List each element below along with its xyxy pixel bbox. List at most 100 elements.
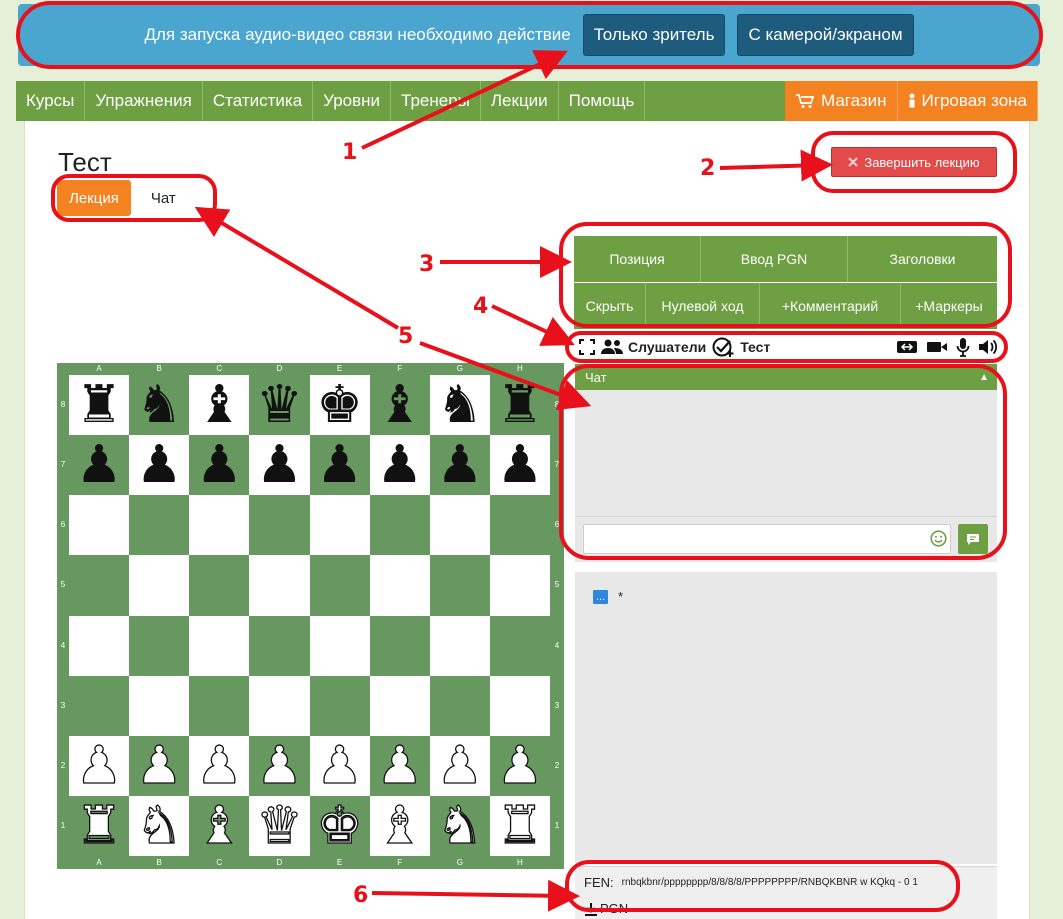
collapse-arrow-icon[interactable]: ▲ [979, 372, 989, 383]
nav-item-statistics[interactable]: Статистика [203, 81, 314, 121]
square-a7[interactable]: ♟ [69, 435, 130, 496]
black-pawn-icon[interactable]: ♟ [437, 439, 484, 491]
white-pawn-icon[interactable]: ♟ [135, 739, 183, 792]
chat-input[interactable] [583, 524, 951, 554]
nav-item-courses[interactable]: Курсы [16, 81, 86, 121]
end-lecture-button[interactable]: Завершить лекцию [831, 147, 997, 177]
square-f4[interactable] [369, 615, 430, 676]
square-e4[interactable] [309, 615, 370, 676]
test-check-icon[interactable] [712, 336, 736, 358]
square-h1[interactable]: ♜ [489, 795, 550, 856]
square-g8[interactable]: ♞ [429, 375, 490, 436]
white-pawn-icon[interactable]: ♟ [316, 739, 364, 792]
square-b5[interactable] [129, 555, 190, 616]
square-b2[interactable]: ♟ [129, 735, 190, 796]
white-king-icon[interactable]: ♚ [316, 799, 364, 852]
square-c8[interactable]: ♝ [189, 375, 250, 436]
black-pawn-icon[interactable]: ♟ [497, 439, 544, 491]
square-h3[interactable] [489, 675, 550, 736]
black-rook-icon[interactable]: ♜ [497, 379, 544, 431]
add-comment-button[interactable]: +Комментарий [760, 283, 901, 329]
hide-button[interactable]: Скрыть [574, 283, 646, 329]
square-g2[interactable]: ♟ [429, 735, 490, 796]
square-h7[interactable]: ♟ [489, 435, 550, 496]
square-f6[interactable] [369, 495, 430, 556]
square-f3[interactable] [369, 675, 430, 736]
send-message-button[interactable] [958, 524, 988, 554]
square-a4[interactable] [69, 615, 130, 676]
square-a6[interactable] [69, 495, 130, 556]
white-pawn-icon[interactable]: ♟ [496, 739, 544, 792]
microphone-icon[interactable] [956, 337, 970, 357]
square-g4[interactable] [429, 615, 490, 676]
chat-panel-header[interactable]: Чат ▲ [575, 364, 997, 390]
nav-item-levels[interactable]: Уровни [313, 81, 392, 121]
square-a2[interactable]: ♟ [69, 735, 130, 796]
square-a8[interactable]: ♜ [69, 375, 130, 436]
white-rook-icon[interactable]: ♜ [496, 799, 544, 852]
test-label[interactable]: Тест [740, 339, 770, 355]
square-g6[interactable] [429, 495, 490, 556]
nav-item-exercises[interactable]: Упражнения [85, 81, 203, 121]
square-f1[interactable]: ♝ [369, 795, 430, 856]
white-pawn-icon[interactable]: ♟ [75, 739, 123, 792]
square-b7[interactable]: ♟ [129, 435, 190, 496]
square-e3[interactable] [309, 675, 370, 736]
square-g1[interactable]: ♞ [429, 795, 490, 856]
listeners-icon[interactable] [600, 339, 624, 355]
black-knight-icon[interactable]: ♞ [437, 379, 484, 431]
square-b6[interactable] [129, 495, 190, 556]
square-e1[interactable]: ♚ [309, 795, 370, 856]
position-button[interactable]: Позиция [574, 236, 701, 282]
null-move-button[interactable]: Нулевой ход [646, 283, 760, 329]
white-pawn-icon[interactable]: ♟ [376, 739, 424, 792]
square-f8[interactable]: ♝ [369, 375, 430, 436]
black-pawn-icon[interactable]: ♟ [136, 439, 183, 491]
speaker-icon[interactable] [978, 338, 998, 356]
square-c2[interactable]: ♟ [189, 735, 250, 796]
white-pawn-icon[interactable]: ♟ [255, 739, 303, 792]
black-pawn-icon[interactable]: ♟ [76, 439, 123, 491]
square-e2[interactable]: ♟ [309, 735, 370, 796]
square-c5[interactable] [189, 555, 250, 616]
pgn-download[interactable]: PGN [575, 898, 997, 919]
square-c4[interactable] [189, 615, 250, 676]
black-pawn-icon[interactable]: ♟ [376, 439, 423, 491]
white-bishop-icon[interactable]: ♝ [376, 799, 424, 852]
square-c6[interactable] [189, 495, 250, 556]
square-g7[interactable]: ♟ [429, 435, 490, 496]
fen-value[interactable]: rnbqkbnr/pppppppp/8/8/8/8/PPPPPPPP/RNBQK… [622, 877, 918, 888]
square-a3[interactable] [69, 675, 130, 736]
listeners-label[interactable]: Слушатели [628, 339, 706, 355]
square-e8[interactable]: ♚ [309, 375, 370, 436]
nav-item-game-zone[interactable]: Игровая зона [897, 81, 1038, 121]
square-b4[interactable] [129, 615, 190, 676]
white-pawn-icon[interactable]: ♟ [436, 739, 484, 792]
square-d1[interactable]: ♛ [249, 795, 310, 856]
nav-item-trainers[interactable]: Тренеры [391, 81, 481, 121]
video-camera-icon[interactable] [926, 339, 948, 355]
camera-screen-button[interactable]: С камерой/экраном [737, 14, 914, 56]
black-bishop-icon[interactable]: ♝ [196, 379, 243, 431]
white-knight-icon[interactable]: ♞ [436, 799, 484, 852]
headers-button[interactable]: Заголовки [848, 236, 997, 282]
square-c1[interactable]: ♝ [189, 795, 250, 856]
white-queen-icon[interactable]: ♛ [255, 799, 303, 852]
black-rook-icon[interactable]: ♜ [76, 379, 123, 431]
black-king-icon[interactable]: ♚ [316, 379, 363, 431]
square-f5[interactable] [369, 555, 430, 616]
square-b1[interactable]: ♞ [129, 795, 190, 856]
black-pawn-icon[interactable]: ♟ [196, 439, 243, 491]
square-d5[interactable] [249, 555, 310, 616]
square-h8[interactable]: ♜ [489, 375, 550, 436]
square-a1[interactable]: ♜ [69, 795, 130, 856]
square-d7[interactable]: ♟ [249, 435, 310, 496]
fullscreen-icon[interactable] [578, 338, 596, 356]
square-c3[interactable] [189, 675, 250, 736]
square-h2[interactable]: ♟ [489, 735, 550, 796]
square-d6[interactable] [249, 495, 310, 556]
black-pawn-icon[interactable]: ♟ [256, 439, 303, 491]
square-g3[interactable] [429, 675, 490, 736]
add-markers-button[interactable]: +Маркеры [901, 283, 997, 329]
square-h5[interactable] [489, 555, 550, 616]
